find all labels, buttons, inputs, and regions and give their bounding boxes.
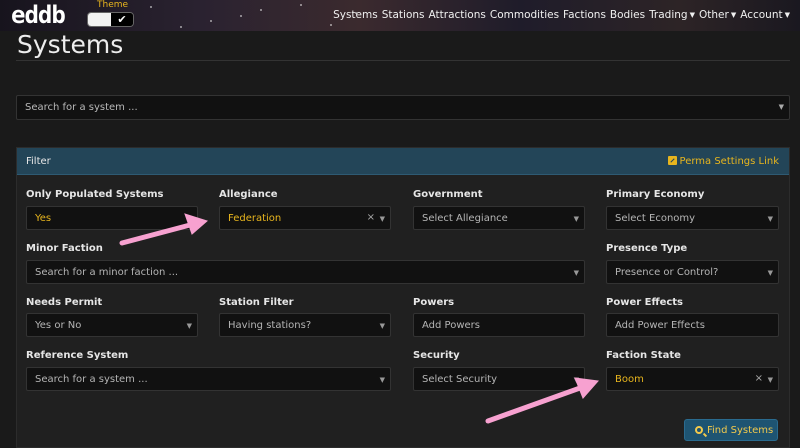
caret-down-icon: ▼ — [730, 11, 737, 19]
powers-label: Powers — [413, 297, 455, 308]
theme-light-option[interactable] — [88, 13, 112, 26]
allegiance-value: Federation — [228, 213, 282, 224]
primary-economy-placeholder: Select Economy — [615, 213, 696, 224]
search-icon — [695, 426, 703, 434]
clear-icon[interactable]: × — [755, 373, 763, 384]
station-filter-label: Station Filter — [219, 297, 294, 308]
powers-input[interactable]: Add Powers — [413, 313, 585, 337]
primary-economy-label: Primary Economy — [606, 189, 705, 200]
only-populated-value: Yes — [35, 213, 52, 224]
reference-system-placeholder: Search for a system ... — [35, 374, 148, 385]
nav-other[interactable]: Other ▼ — [699, 9, 736, 21]
clear-icon[interactable]: × — [367, 212, 375, 223]
nav-label: Account — [740, 9, 783, 21]
chevron-down-icon: ▼ — [767, 269, 773, 277]
nav-bodies[interactable]: Bodies — [610, 9, 645, 21]
nav-label: Other — [698, 9, 729, 21]
filter-header: Filter Perma Settings Link — [17, 148, 789, 175]
power-effects-input[interactable]: Add Power Effects — [606, 313, 779, 337]
powers-placeholder: Add Powers — [422, 320, 480, 331]
perma-settings-label: Perma Settings Link — [679, 156, 779, 167]
top-navbar: eddb Theme ✔ Systems Stations Attraction… — [0, 0, 800, 31]
presence-type-label: Presence Type — [606, 243, 688, 254]
caret-down-icon: ▼ — [784, 11, 790, 19]
security-select[interactable]: Select Security ▼ — [413, 367, 585, 391]
nav-commodities[interactable]: Commodities — [490, 9, 559, 21]
nav-label: Systems — [333, 9, 378, 21]
eddb-logo[interactable]: eddb — [11, 3, 66, 27]
faction-state-value: Boom — [615, 374, 644, 385]
nav-stations[interactable]: Stations — [382, 9, 425, 21]
minor-faction-select[interactable]: Search for a minor faction ... ▼ — [26, 260, 585, 284]
main-nav: Systems Stations Attractions Commodities… — [333, 9, 790, 21]
nav-label: Bodies — [609, 9, 646, 21]
page-title: Systems — [17, 30, 124, 59]
chevron-down-icon: ▼ — [573, 376, 579, 384]
government-placeholder: Select Allegiance — [422, 213, 508, 224]
power-effects-label: Power Effects — [606, 297, 684, 308]
filter-title: Filter — [26, 156, 51, 167]
only-populated-select[interactable]: Yes ▼ — [26, 206, 198, 230]
nav-systems[interactable]: Systems — [333, 9, 378, 21]
external-link-icon — [667, 156, 677, 165]
chevron-down-icon: ▼ — [186, 215, 192, 223]
chevron-down-icon: ▼ — [767, 215, 773, 223]
station-filter-placeholder: Having stations? — [228, 320, 312, 331]
chevron-down-icon: ▼ — [186, 322, 192, 330]
chevron-down-icon: ▼ — [778, 103, 784, 111]
find-systems-label: Find Systems — [707, 425, 774, 436]
check-icon: ✔ — [111, 13, 133, 26]
reference-system-label: Reference System — [26, 350, 129, 361]
find-systems-button[interactable]: Find Systems — [684, 419, 778, 441]
primary-economy-select[interactable]: Select Economy ▼ — [606, 206, 779, 230]
chevron-down-icon: ▼ — [573, 215, 579, 223]
perma-settings-link[interactable]: Perma Settings Link — [667, 156, 779, 167]
presence-type-select[interactable]: Presence or Control? ▼ — [606, 260, 779, 284]
theme-toggle[interactable]: ✔ — [87, 12, 134, 27]
system-search-placeholder: Search for a system ... — [25, 102, 138, 113]
system-search-select[interactable]: Search for a system ... ▼ — [16, 95, 790, 120]
chevron-down-icon: ▼ — [379, 322, 385, 330]
allegiance-select[interactable]: Federation × ▼ — [219, 206, 391, 230]
nav-label: Stations — [381, 9, 425, 21]
minor-faction-label: Minor Faction — [26, 243, 103, 254]
needs-permit-placeholder: Yes or No — [35, 320, 82, 331]
security-placeholder: Select Security — [422, 374, 498, 385]
faction-state-label: Faction State — [606, 350, 681, 361]
chevron-down-icon: ▼ — [379, 215, 385, 223]
needs-permit-select[interactable]: Yes or No ▼ — [26, 313, 198, 337]
station-filter-select[interactable]: Having stations? ▼ — [219, 313, 391, 337]
nav-factions[interactable]: Factions — [563, 9, 606, 21]
nav-label: Commodities — [489, 9, 560, 21]
theme-label: Theme — [97, 0, 129, 10]
government-select[interactable]: Select Allegiance ▼ — [413, 206, 585, 230]
chevron-down-icon: ▼ — [573, 269, 579, 277]
nav-label: Factions — [563, 9, 606, 21]
minor-faction-placeholder: Search for a minor faction ... — [35, 267, 179, 278]
presence-type-placeholder: Presence or Control? — [615, 267, 719, 278]
needs-permit-label: Needs Permit — [26, 297, 103, 308]
nav-trading[interactable]: Trading ▼ — [649, 9, 695, 21]
chevron-down-icon: ▼ — [767, 376, 773, 384]
nav-attractions[interactable]: Attractions — [429, 9, 486, 21]
only-populated-label: Only Populated Systems — [26, 189, 164, 200]
nav-label: Trading — [649, 9, 688, 21]
security-label: Security — [413, 350, 460, 361]
allegiance-label: Allegiance — [219, 189, 278, 200]
reference-system-select[interactable]: Search for a system ... ▼ — [26, 367, 391, 391]
caret-down-icon: ▼ — [689, 11, 695, 19]
government-label: Government — [413, 189, 483, 200]
nav-label: Attractions — [428, 9, 486, 21]
power-effects-placeholder: Add Power Effects — [615, 320, 705, 331]
title-divider — [16, 60, 790, 61]
faction-state-select[interactable]: Boom × ▼ — [606, 367, 779, 391]
nav-account[interactable]: Account ▼ — [740, 9, 790, 21]
chevron-down-icon: ▼ — [379, 376, 385, 384]
